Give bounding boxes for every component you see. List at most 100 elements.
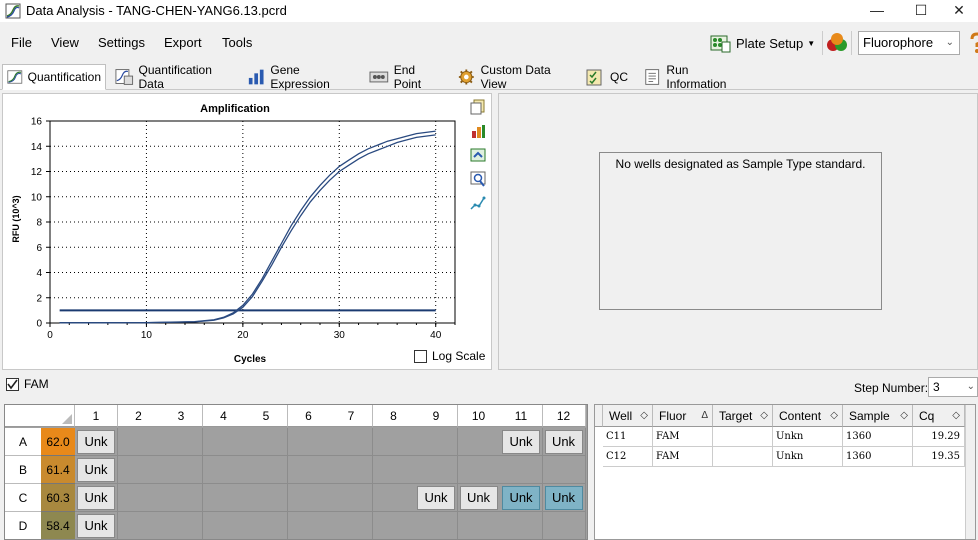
vertical-scrollbar[interactable] (965, 405, 975, 539)
tab-quantification-data[interactable]: Quantification Data (110, 63, 238, 91)
plate-well[interactable] (330, 512, 373, 539)
plate-well[interactable] (117, 428, 161, 456)
plate-well[interactable] (330, 456, 373, 484)
plate-well[interactable] (202, 428, 246, 456)
well-content-unk[interactable]: Unk (544, 486, 583, 510)
column-header-cq[interactable]: Cq ◇ (913, 405, 965, 427)
table-cell[interactable]: Unkn (773, 427, 843, 447)
table-cell[interactable]: 1360 (843, 427, 913, 447)
plate-well[interactable] (500, 512, 543, 539)
plate-well[interactable] (500, 456, 543, 484)
plate-well[interactable] (202, 456, 246, 484)
plate-well[interactable] (160, 484, 203, 512)
table-cell[interactable]: 19.35 (913, 447, 965, 467)
sort-icon[interactable]: ◇ (900, 405, 908, 427)
plate-row-header[interactable]: A (5, 428, 41, 456)
fluorophore-select[interactable]: Fluorophore ⌄ (858, 31, 960, 55)
zoom-chart-icon[interactable] (470, 171, 486, 187)
table-cell[interactable]: Unkn (773, 447, 843, 467)
plate-well[interactable] (202, 484, 246, 512)
column-header-content[interactable]: Content ◇ (773, 405, 843, 427)
plate-column-header[interactable]: 8 (372, 405, 416, 427)
well-content-unk[interactable]: Unk (502, 486, 540, 510)
well-content-unk[interactable]: Unk (459, 486, 498, 510)
plate-well[interactable] (330, 428, 373, 456)
plate-column-header[interactable]: 6 (287, 405, 331, 427)
plate-well[interactable] (415, 456, 458, 484)
column-header-well[interactable]: Well ◇ (603, 405, 653, 427)
menu-view[interactable]: View (51, 35, 79, 50)
sort-icon[interactable]: Δ (701, 405, 708, 427)
column-header-target[interactable]: Target ◇ (713, 405, 773, 427)
plate-well[interactable] (160, 512, 203, 539)
select-all-icon[interactable] (62, 414, 72, 424)
plate-well[interactable] (287, 512, 331, 539)
plate-column-header[interactable]: 5 (245, 405, 288, 427)
menu-tools[interactable]: Tools (222, 35, 252, 50)
plate-row-header[interactable]: C (5, 484, 41, 512)
sort-icon[interactable]: ◇ (640, 405, 648, 427)
plate-column-header[interactable]: 3 (160, 405, 203, 427)
plate-well[interactable] (117, 512, 161, 539)
plate-column-header[interactable]: 12 (542, 405, 586, 427)
plate-well[interactable] (372, 456, 416, 484)
fam-checkbox[interactable] (6, 378, 19, 391)
sort-icon[interactable]: ◇ (760, 405, 768, 427)
close-button[interactable]: ✕ (936, 0, 978, 22)
plate-well[interactable] (372, 428, 416, 456)
table-cell[interactable] (713, 447, 773, 467)
tab-quantification[interactable]: Quantification (2, 64, 106, 90)
sort-icon[interactable]: ◇ (952, 405, 960, 427)
table-cell[interactable]: FAM (653, 427, 713, 447)
step-number-select[interactable]: 3 ⌄ (928, 377, 978, 397)
plate-well[interactable] (117, 484, 161, 512)
menu-export[interactable]: Export (164, 35, 202, 50)
plate-row-header[interactable]: D (5, 512, 41, 539)
plate-setup-button[interactable]: Plate Setup ▼ (708, 30, 818, 56)
plate-column-header[interactable]: 7 (330, 405, 373, 427)
plate-well[interactable] (415, 428, 458, 456)
plate-row-header[interactable]: B (5, 456, 41, 484)
well-content-unk[interactable]: Unk (77, 486, 115, 510)
well-content-unk[interactable]: Unk (502, 430, 540, 454)
table-cell[interactable]: 1360 (843, 447, 913, 467)
plate-well[interactable] (245, 484, 288, 512)
export-chart-icon[interactable] (470, 147, 486, 163)
column-header-sample[interactable]: Sample ◇ (843, 405, 913, 427)
tab-run-information[interactable]: Run Information (638, 63, 750, 91)
plate-column-header[interactable]: 2 (117, 405, 161, 427)
plate-well[interactable] (330, 484, 373, 512)
plate-column-header[interactable]: 10 (457, 405, 501, 427)
plate-well[interactable] (287, 428, 331, 456)
plate-well[interactable] (160, 428, 203, 456)
plate-well[interactable] (457, 512, 501, 539)
plate-column-header[interactable]: 1 (75, 405, 118, 427)
plate-well[interactable] (287, 484, 331, 512)
plate-well[interactable] (415, 512, 458, 539)
plate-well[interactable] (287, 456, 331, 484)
well-content-unk[interactable]: Unk (77, 458, 115, 482)
menu-file[interactable]: File (11, 35, 32, 50)
minimize-button[interactable]: — (854, 0, 900, 22)
menu-settings[interactable]: Settings (98, 35, 145, 50)
well-content-unk[interactable]: Unk (417, 486, 455, 510)
tab-custom-data-view[interactable]: Custom Data View (452, 63, 578, 91)
plate-column-header[interactable]: 9 (415, 405, 458, 427)
sort-icon[interactable]: ◇ (830, 405, 838, 427)
tab-gene-expression[interactable]: Gene Expression (242, 63, 360, 91)
table-cell[interactable]: C11 (603, 427, 653, 447)
plate-well[interactable] (117, 456, 161, 484)
log-scale-checkbox[interactable] (414, 350, 427, 363)
chart-settings-icon[interactable] (470, 123, 486, 139)
plate-column-header[interactable]: 4 (202, 405, 246, 427)
copy-icon[interactable] (470, 99, 486, 115)
plate-well[interactable] (202, 512, 246, 539)
table-cell[interactable] (713, 427, 773, 447)
plate-well[interactable] (245, 456, 288, 484)
well-content-unk[interactable]: Unk (77, 430, 115, 454)
table-cell[interactable]: C12 (603, 447, 653, 467)
curve-fit-icon[interactable] (470, 195, 486, 211)
well-content-unk[interactable]: Unk (77, 514, 115, 538)
plate-column-header[interactable]: 11 (500, 405, 543, 427)
plate-well[interactable] (457, 456, 501, 484)
